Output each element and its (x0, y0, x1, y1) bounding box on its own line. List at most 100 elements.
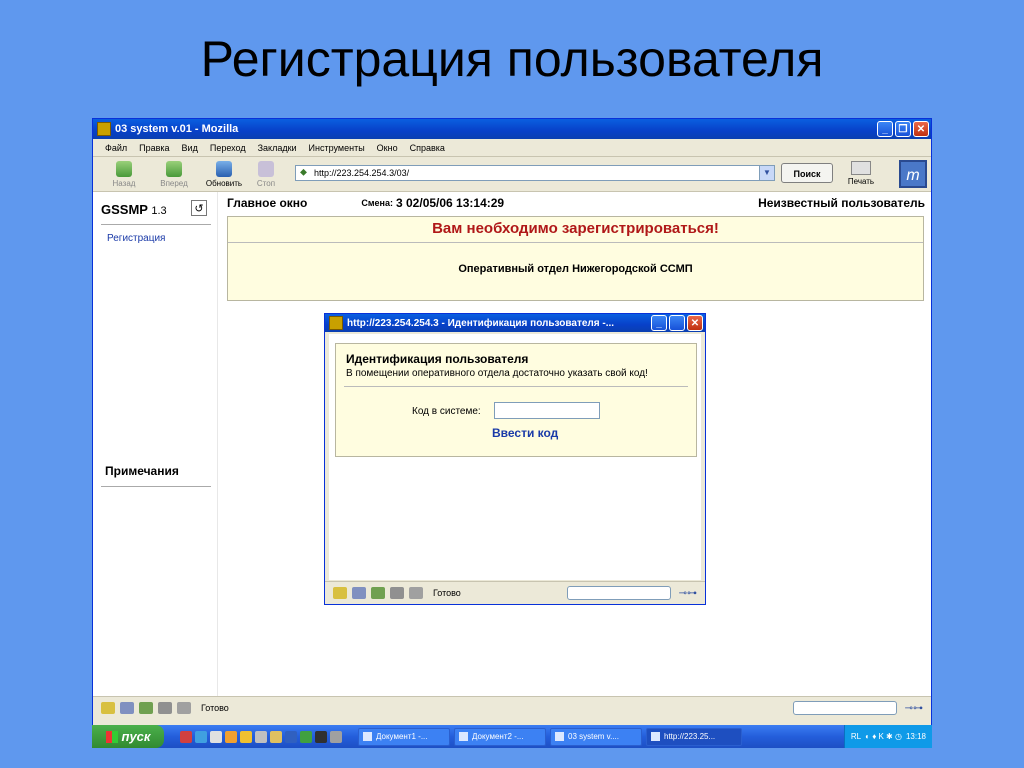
stop-button[interactable]: Стоп (245, 160, 287, 188)
app-title: GSSMP (101, 202, 148, 217)
start-button[interactable]: пуск (92, 725, 164, 748)
divider (228, 242, 923, 243)
tray-icons[interactable]: ◐ ♦ K ✱ ◷ (865, 732, 902, 741)
window-titlebar[interactable]: 03 system v.01 - Mozilla _ ❐ ✕ (93, 119, 931, 139)
composer-icon[interactable] (139, 702, 153, 714)
forward-label: Вперед (160, 178, 188, 188)
quick-launch (180, 730, 342, 743)
chevron-down-icon[interactable]: ▼ (759, 166, 774, 180)
menu-tools[interactable]: Инструменты (309, 143, 365, 153)
back-arrow-icon (116, 160, 132, 177)
reload-icon (216, 160, 232, 177)
status-text: Готово (201, 703, 229, 713)
app-icon (97, 122, 111, 136)
print-label: Печать (847, 177, 875, 186)
task-label: Документ1 -... (376, 732, 428, 741)
menu-view[interactable]: Вид (182, 143, 198, 153)
window-title: 03 system v.01 - Mozilla (115, 123, 239, 135)
close-button[interactable]: ✕ (913, 121, 929, 137)
divider (101, 486, 211, 487)
popup-status-text: Готово (433, 588, 461, 598)
chat-icon[interactable] (158, 702, 172, 714)
quicklaunch-icon[interactable] (270, 730, 282, 743)
quicklaunch-icon[interactable] (210, 730, 222, 743)
print-button[interactable]: Печать (841, 161, 881, 186)
navigator-icon[interactable] (333, 587, 347, 599)
progress-bar (792, 701, 897, 715)
department-name: Оперативный отдел Нижегородской ССМП (458, 263, 693, 275)
address-bar[interactable]: ⬥ http://223.254.254.3/03/ ▼ (295, 165, 775, 181)
quicklaunch-icon[interactable] (315, 730, 327, 743)
form-subtitle: В помещении оперативного отдела достаточ… (346, 368, 648, 379)
menu-help[interactable]: Справка (410, 143, 445, 153)
popup-titlebar[interactable]: http://223.254.254.3 - Идентификация пол… (325, 314, 705, 332)
progress-bar (566, 586, 671, 600)
reload-label: Обновить (205, 178, 243, 188)
back-label: Назад (112, 178, 136, 188)
clock: 13:18 (905, 732, 926, 741)
app-name: GSSMP 1.3 (101, 202, 167, 217)
popup-minimize-button[interactable]: _ (651, 315, 667, 331)
popup-maximize-button[interactable] (669, 315, 685, 331)
task-document1[interactable]: Документ1 -... (358, 727, 450, 746)
sidebar: GSSMP 1.3 ↺ Регистрация Примечания (93, 192, 218, 697)
word-icon (459, 732, 468, 741)
divider (101, 224, 211, 225)
quicklaunch-icon[interactable] (330, 730, 342, 743)
sidebar-item-registration[interactable]: Регистрация (107, 233, 165, 244)
app-icon (329, 316, 343, 330)
slide-title: Регистрация пользователя (200, 31, 824, 87)
app-version: 1.3 (151, 205, 167, 217)
quicklaunch-icon[interactable] (255, 730, 267, 743)
stop-label: Стоп (256, 178, 276, 188)
task-popup[interactable]: http://223.25... (646, 727, 742, 746)
connection-icon: ⊸⊶ (904, 702, 923, 714)
address-text: http://223.254.254.3/03/ (314, 168, 410, 178)
navigation-toolbar: Назад Вперед Обновить Стоп ⬥ http://223.… (93, 157, 931, 192)
addressbook-icon[interactable] (177, 702, 191, 714)
quicklaunch-icon[interactable] (180, 730, 192, 743)
search-button[interactable]: Поиск (781, 163, 833, 183)
chat-icon[interactable] (390, 587, 404, 599)
forward-arrow-icon (166, 160, 182, 177)
word-icon (363, 732, 372, 741)
task-system[interactable]: 03 system v.... (550, 727, 642, 746)
popup-statusbar: Готово ⊸⊶ (325, 581, 705, 604)
reload-button[interactable]: Обновить (203, 160, 245, 188)
menu-file[interactable]: Файл (105, 143, 127, 153)
popup-title: http://223.254.254.3 - Идентификация пол… (347, 317, 615, 329)
quicklaunch-icon[interactable] (285, 730, 297, 743)
quicklaunch-icon[interactable] (240, 730, 252, 743)
taskbar: пуск Документ1 -... Документ2 -... 03 sy… (92, 725, 932, 748)
quicklaunch-icon[interactable] (300, 730, 312, 743)
addressbook-icon[interactable] (409, 587, 423, 599)
refresh-icon[interactable]: ↺ (191, 200, 207, 216)
back-button[interactable]: Назад (103, 160, 145, 188)
maximize-button[interactable]: ❐ (895, 121, 911, 137)
statusbar: Готово ⊸⊶ (93, 696, 931, 719)
quicklaunch-icon[interactable] (195, 730, 207, 743)
quicklaunch-icon[interactable] (225, 730, 237, 743)
alert-message: Вам необходимо зарегистрироваться! (432, 220, 719, 237)
navigator-icon[interactable] (101, 702, 115, 714)
popup-close-button[interactable]: ✕ (687, 315, 703, 331)
code-input[interactable] (494, 402, 600, 419)
submit-code-link[interactable]: Ввести код (492, 426, 558, 440)
shift-label: Смена: (361, 198, 393, 208)
mail-icon[interactable] (120, 702, 134, 714)
task-document2[interactable]: Документ2 -... (454, 727, 546, 746)
forward-button[interactable]: Вперед (153, 160, 195, 188)
app-icon (555, 732, 564, 741)
menu-go[interactable]: Переход (210, 143, 246, 153)
status-icons (333, 587, 423, 599)
menu-edit[interactable]: Правка (139, 143, 169, 153)
menu-window[interactable]: Окно (377, 143, 398, 153)
shift-value: 3 02/05/06 13:14:29 (396, 196, 505, 210)
identification-popup: http://223.254.254.3 - Идентификация пол… (324, 313, 706, 605)
composer-icon[interactable] (371, 587, 385, 599)
mail-icon[interactable] (352, 587, 366, 599)
menu-bookmarks[interactable]: Закладки (258, 143, 297, 153)
menubar: Файл Правка Вид Переход Закладки Инструм… (93, 139, 931, 157)
minimize-button[interactable]: _ (877, 121, 893, 137)
language-indicator[interactable]: RL (851, 732, 861, 741)
